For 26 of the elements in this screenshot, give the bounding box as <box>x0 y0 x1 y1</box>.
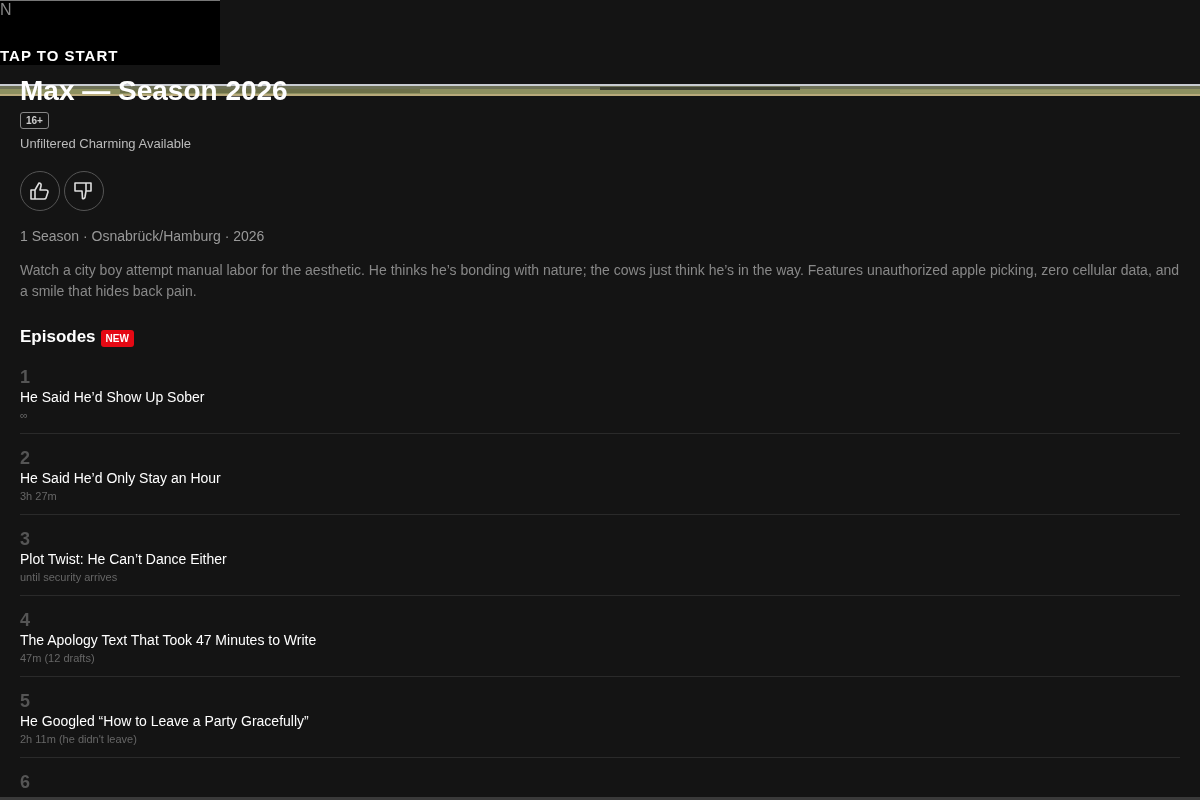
episode-title: The Apology Text That Took 47 Minutes to Write <box>20 631 318 649</box>
episode-number: 5 <box>20 691 31 711</box>
episode-title: He Said He’d Only Stay an Hour <box>20 469 222 487</box>
intro-overlay[interactable]: N TAP TO START <box>0 0 220 65</box>
episode-title: He Said He’d Show Up Sober <box>20 388 206 406</box>
age-rating: 16+ <box>20 112 49 129</box>
new-badge: NEW <box>100 329 134 347</box>
episode-title: Plot Twist: He Can’t Dance Either <box>20 550 228 568</box>
episode-number: 3 <box>20 529 31 549</box>
tap-to-start-button[interactable]: TAP TO START <box>0 47 119 65</box>
episode-duration: ∞ <box>20 409 29 421</box>
tagline: Unfiltered Charming Available <box>20 136 193 151</box>
show-description: Watch a city boy attempt manual labor for the aesthetic. He thinks he’s bonding with nature; the cows just think he’s in the way. Features unauthorized apple picking, zero cellular data, and a smile that hides back pain. <box>20 261 1180 301</box>
logo-letter: N <box>0 1 12 18</box>
show-meta: 1 Season · Osnabrück/Hamburg · 2026 <box>20 228 266 244</box>
episode-number: 4 <box>20 610 31 630</box>
episodes-heading: Episodes <box>20 327 96 347</box>
thumbs-up-icon <box>28 179 52 203</box>
episode-duration: 2h 11m (he didn't leave) <box>20 733 138 745</box>
episode-duration: 47m (12 drafts) <box>20 652 96 664</box>
episode-number: 2 <box>20 448 31 468</box>
episode-title: He Googled “How to Leave a Party Gracefully” <box>20 712 310 730</box>
episode-number: 1 <box>20 367 31 387</box>
episode-number: 6 <box>20 772 31 792</box>
episode-duration: 3h 27m <box>20 490 58 502</box>
episode-duration: until security arrives <box>20 571 119 583</box>
